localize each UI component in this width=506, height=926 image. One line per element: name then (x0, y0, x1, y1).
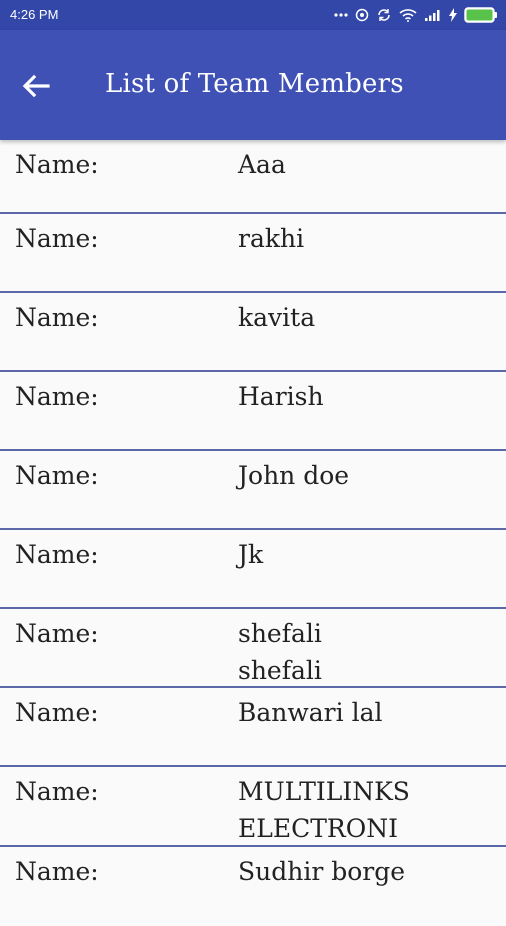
app-bar: List of Team Members (0, 30, 506, 140)
status-time: 4:26 PM (10, 7, 59, 22)
list-item[interactable]: Name: John doe (0, 451, 506, 530)
list-item[interactable]: Name: Aaa (0, 140, 506, 214)
list-item[interactable]: Name: Jk (0, 530, 506, 609)
signal-icon (424, 8, 442, 22)
name-value: MULTILINKS ELECTRONI (238, 777, 410, 843)
name-label: Name: (15, 382, 99, 411)
list-item[interactable]: Name: Harish (0, 372, 506, 451)
list-item[interactable]: Name: shefali shefali (0, 609, 506, 688)
name-value: Jk (238, 540, 264, 569)
list-item[interactable]: Name: kavita (0, 293, 506, 372)
name-label: Name: (15, 777, 99, 806)
name-value: shefali shefali (238, 619, 322, 685)
team-member-list: Name: Aaa Name: rakhi Name: kavita Name:… (0, 140, 506, 926)
name-value: Sudhir borge (238, 857, 406, 886)
page-title: List of Team Members (105, 69, 404, 99)
charging-icon (449, 8, 457, 22)
name-label: Name: (15, 303, 99, 332)
list-item[interactable]: Name: Banwari lal (0, 688, 506, 767)
list-item[interactable]: Name: MULTILINKS ELECTRONI (0, 767, 506, 847)
status-bar: 4:26 PM (0, 0, 506, 30)
wifi-icon (399, 8, 417, 22)
back-button[interactable] (20, 70, 52, 102)
name-value: Banwari lal (238, 698, 383, 727)
list-item[interactable]: Name: rakhi (0, 214, 506, 293)
more-dots-icon (334, 12, 348, 18)
name-value: kavita (238, 303, 316, 332)
name-label: Name: (15, 619, 99, 648)
name-value: rakhi (238, 224, 305, 253)
data-saver-icon (355, 8, 369, 22)
name-label: Name: (15, 150, 99, 179)
name-label: Name: (15, 540, 99, 569)
battery-icon (464, 7, 498, 23)
status-icons (334, 5, 498, 25)
name-value: Harish (238, 382, 324, 411)
name-label: Name: (15, 698, 99, 727)
name-value: John doe (238, 461, 350, 490)
list-item[interactable]: Name: Sudhir borge (0, 847, 506, 926)
arrow-back-icon (20, 74, 52, 106)
name-value: Aaa (238, 150, 286, 179)
name-label: Name: (15, 857, 99, 886)
sync-icon (376, 8, 392, 22)
name-label: Name: (15, 461, 99, 490)
name-label: Name: (15, 224, 99, 253)
